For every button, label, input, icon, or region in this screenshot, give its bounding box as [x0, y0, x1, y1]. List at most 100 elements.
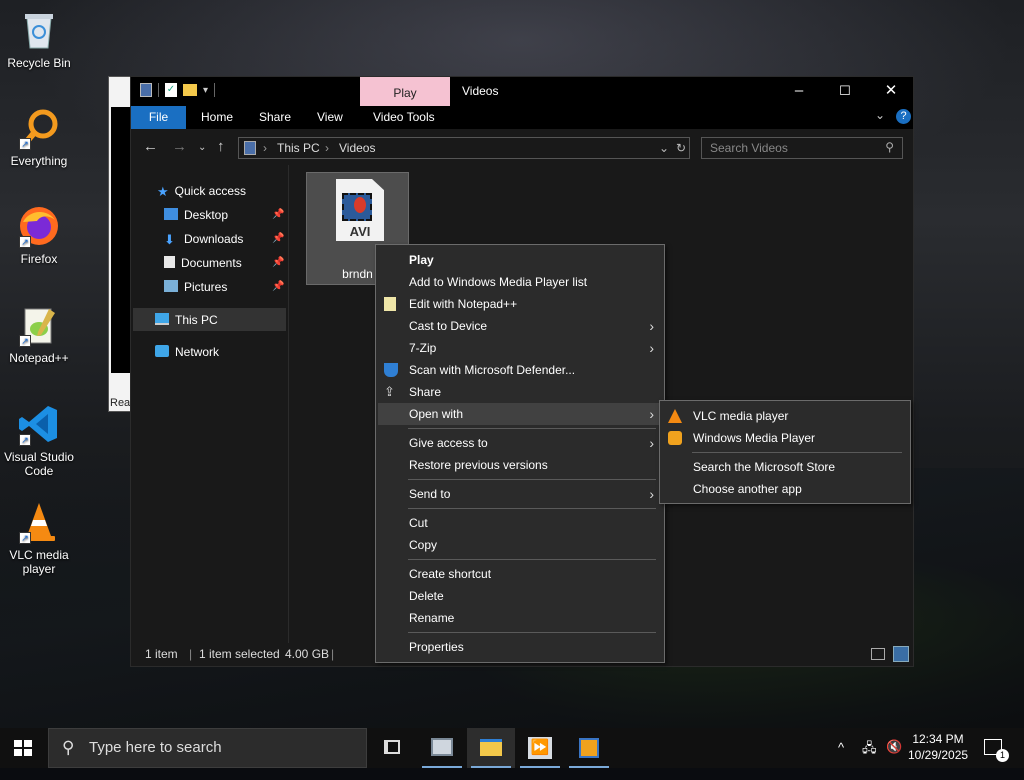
nav-item-label: Downloads	[184, 232, 244, 246]
menu-item-rename[interactable]: Rename	[378, 607, 662, 629]
submenu-arrow-icon: ›	[649, 486, 654, 502]
star-icon: ★	[157, 184, 169, 199]
nav-item-label: Documents	[181, 256, 242, 270]
help-icon[interactable]: ?	[896, 109, 911, 124]
menu-item-create-shortcut[interactable]: Create shortcut	[378, 563, 662, 585]
menu-item-restore-versions[interactable]: Restore previous versions	[378, 454, 662, 476]
vlc-icon: ↗	[17, 500, 61, 544]
divider	[214, 83, 216, 97]
open-with-wmp[interactable]: Windows Media Player	[662, 427, 908, 449]
qat-dropdown-icon[interactable]: ▾	[203, 85, 208, 96]
nav-item-documents[interactable]: Documents	[164, 252, 242, 274]
menu-item-cast-to-device[interactable]: Cast to Device ›	[378, 315, 662, 337]
desktop-icon-label: Visual Studio Code	[4, 450, 74, 478]
menu-item-label: Cast to Device	[409, 319, 488, 333]
up-arrow-icon[interactable]: ↑	[217, 138, 225, 155]
nav-item-this-pc[interactable]: This PC	[155, 309, 218, 331]
menu-item-copy[interactable]: Copy	[378, 534, 662, 556]
ribbon-expand-icon[interactable]: ⌄	[875, 108, 885, 122]
desktop-icon-everything[interactable]: ↗ Everything	[2, 106, 76, 168]
contextual-tab-play[interactable]: Play	[360, 77, 450, 106]
large-icons-view-icon[interactable]	[893, 646, 909, 662]
tab-view[interactable]: View	[307, 106, 353, 129]
pin-icon[interactable]: 📌	[272, 257, 284, 268]
choose-another-app[interactable]: Choose another app	[662, 478, 908, 500]
task-view-button[interactable]	[368, 728, 416, 768]
close-button[interactable]: ✕	[868, 77, 914, 106]
tab-share[interactable]: Share	[249, 106, 301, 129]
back-arrow-icon[interactable]: ←	[143, 138, 158, 155]
search-icon: ⚲	[62, 738, 75, 757]
notification-center-icon[interactable]: 1	[984, 739, 1009, 762]
desktop-icon-vscode[interactable]: ↗ Visual Studio Code	[2, 402, 76, 478]
desktop-icon-vlc[interactable]: ↗ VLC media player	[2, 500, 76, 576]
menu-item-open-with[interactable]: Open with ›	[378, 403, 662, 425]
taskbar-search-box[interactable]: ⚲ Type here to search	[48, 728, 367, 768]
nav-item-label: Network	[175, 345, 220, 359]
menu-item-edit-notepadpp[interactable]: Edit with Notepad++	[378, 293, 662, 315]
nav-item-label: Pictures	[184, 280, 228, 294]
address-dropdown-icon[interactable]: ⌄	[659, 141, 669, 155]
download-icon: ⬇	[164, 232, 175, 247]
background-window-text: Rea	[110, 397, 131, 409]
nav-item-pictures[interactable]: Pictures	[164, 276, 227, 298]
maximize-button[interactable]: ☐	[822, 77, 868, 106]
search-placeholder: Search Videos	[710, 141, 788, 155]
minimize-button[interactable]: –	[776, 77, 822, 106]
documents-icon	[164, 256, 175, 268]
shortcut-arrow-icon: ↗	[19, 138, 31, 150]
volume-muted-icon[interactable]: 🔇	[886, 739, 902, 779]
defender-shield-icon	[384, 363, 398, 377]
clock[interactable]: 12:34 PM 10/29/2025	[908, 731, 968, 771]
desktop-icon-firefox[interactable]: ↗ Firefox	[2, 204, 76, 266]
menu-item-add-to-wmp-list[interactable]: Add to Windows Media Player list	[378, 271, 662, 293]
pin-icon[interactable]: 📌	[272, 281, 284, 292]
show-hidden-icons-button[interactable]: ^	[838, 740, 844, 780]
nav-item-quick-access[interactable]: ★ Quick access	[157, 180, 246, 202]
nav-item-desktop[interactable]: Desktop	[164, 204, 228, 226]
recent-locations-icon[interactable]: ⌄	[198, 142, 206, 153]
network-status-icon[interactable]: 🖧	[862, 739, 877, 779]
menu-item-delete[interactable]: Delete	[378, 585, 662, 607]
tab-file[interactable]: File	[131, 106, 186, 129]
menu-item-send-to[interactable]: Send to ›	[378, 483, 662, 505]
taskbar-app-snipping[interactable]	[418, 728, 466, 768]
menu-item-give-access[interactable]: Give access to ›	[378, 432, 662, 454]
background-window[interactable]: Rea	[108, 76, 132, 412]
taskbar-app-file-explorer[interactable]	[467, 728, 515, 768]
explorer-app-icon[interactable]	[140, 83, 152, 97]
desktop-icon-notepadpp[interactable]: ↗ Notepad++	[2, 303, 76, 365]
taskbar-app-wmp[interactable]	[565, 728, 613, 768]
forward-arrow-icon[interactable]: →	[172, 138, 187, 155]
menu-item-properties[interactable]: Properties	[378, 636, 662, 658]
search-microsoft-store[interactable]: Search the Microsoft Store	[662, 456, 908, 478]
tab-home[interactable]: Home	[191, 106, 243, 129]
refresh-icon[interactable]: ↻	[676, 141, 686, 155]
details-view-icon[interactable]	[871, 648, 885, 660]
submenu-arrow-icon: ›	[649, 435, 654, 451]
tab-video-tools[interactable]: Video Tools	[363, 106, 445, 129]
menu-item-share[interactable]: ⇪ Share	[378, 381, 662, 403]
menu-item-7zip[interactable]: 7-Zip ›	[378, 337, 662, 359]
menu-item-scan-defender[interactable]: Scan with Microsoft Defender...	[378, 359, 662, 381]
nav-item-network[interactable]: Network	[155, 341, 219, 363]
windows-start-icon[interactable]	[14, 740, 32, 756]
new-folder-icon[interactable]	[183, 84, 197, 96]
pin-icon[interactable]: 📌	[272, 233, 284, 244]
nav-item-downloads[interactable]: ⬇ Downloads	[164, 228, 243, 250]
taskbar-search-placeholder: Type here to search	[89, 739, 222, 756]
search-input[interactable]: Search Videos ⚲	[701, 137, 903, 159]
pictures-icon	[164, 280, 178, 292]
properties-check-icon[interactable]: ✓	[165, 83, 177, 97]
taskbar-app-media[interactable]: ⏩	[516, 728, 564, 768]
menu-item-cut[interactable]: Cut	[378, 512, 662, 534]
notification-count-badge: 1	[996, 749, 1009, 762]
taskbar: ⚲ Type here to search ⏩ ^ 🖧 🔇 12:34 PM 1…	[0, 728, 1024, 768]
open-with-vlc[interactable]: VLC media player	[662, 405, 908, 427]
breadcrumb-this-pc[interactable]: This PC	[277, 141, 320, 155]
menu-item-play[interactable]: Play	[378, 249, 662, 271]
pin-icon[interactable]: 📌	[272, 209, 284, 220]
desktop-icon-recycle-bin[interactable]: Recycle Bin	[2, 8, 76, 70]
address-bar[interactable]: › This PC › Videos ⌄ ↻	[238, 137, 690, 159]
breadcrumb-videos[interactable]: Videos	[339, 141, 375, 155]
